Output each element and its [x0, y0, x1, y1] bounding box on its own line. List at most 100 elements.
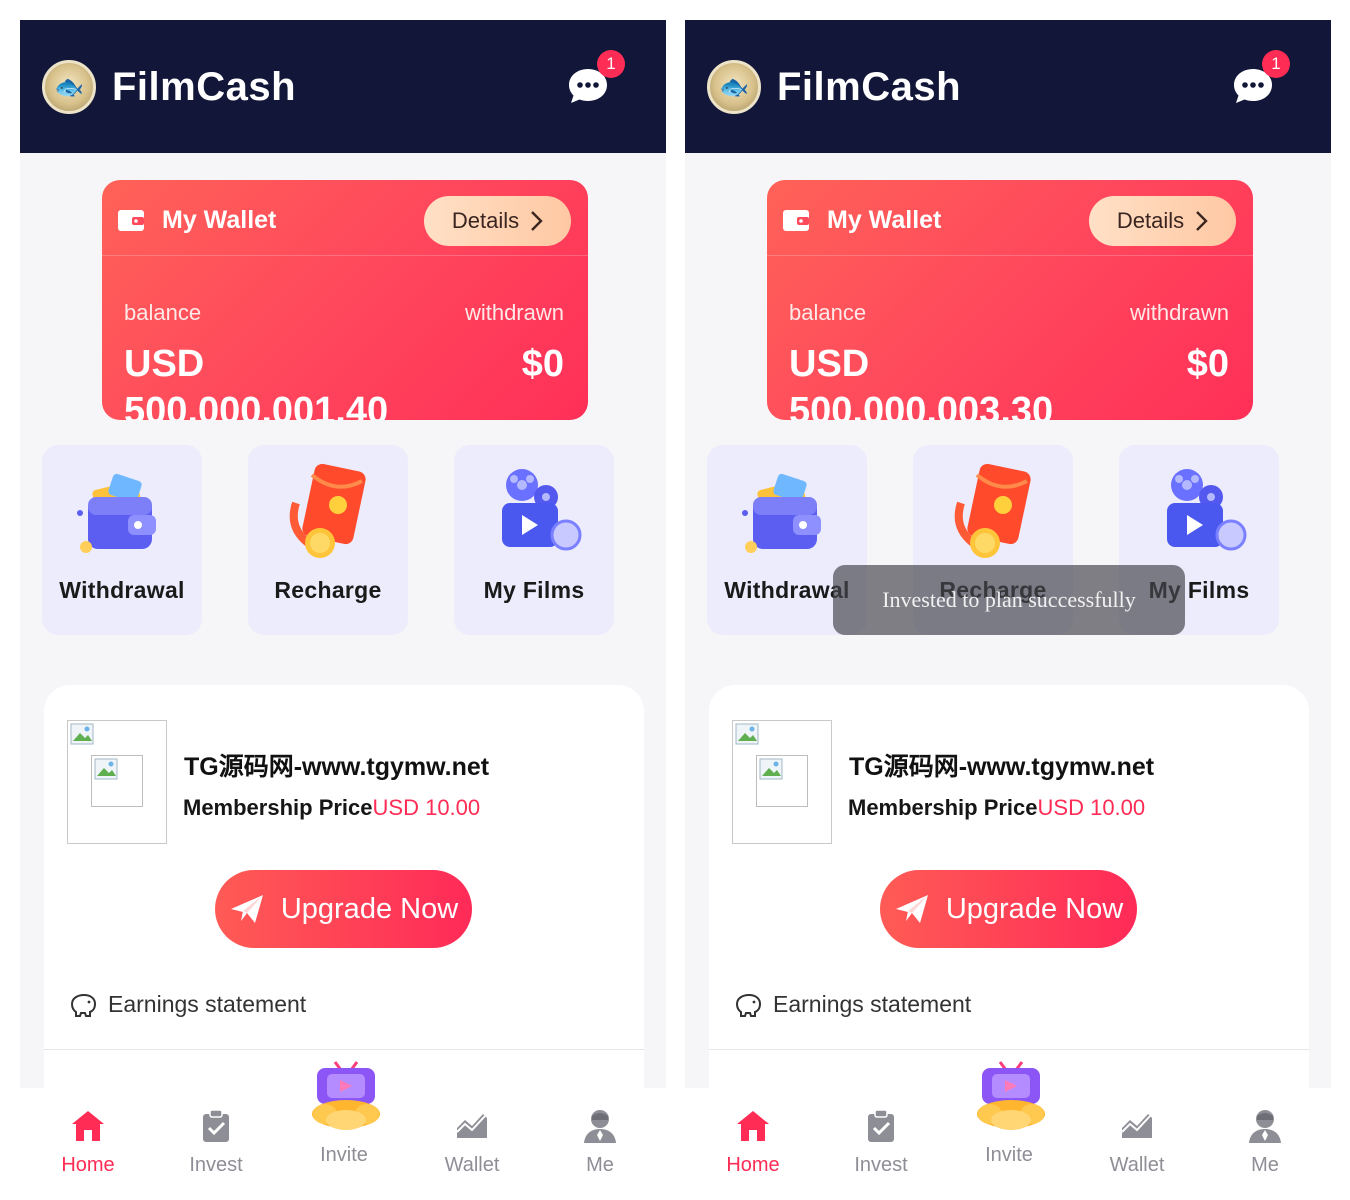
fish-coin-logo-icon: 🐟	[719, 73, 749, 101]
clipboard-check-icon	[868, 1109, 894, 1142]
divider	[44, 1049, 644, 1050]
phone-screen-before: 🐟 FilmCash 1 My Wallet Details balance w…	[20, 20, 666, 1188]
notification-badge: 1	[1262, 50, 1290, 78]
trend-chart-icon	[456, 1114, 487, 1138]
nav-home-label: Home	[726, 1154, 780, 1176]
app-title: FilmCash	[112, 65, 297, 109]
nav-me[interactable]: Me	[1210, 1088, 1320, 1188]
fish-coin-logo-icon: 🐟	[54, 73, 84, 101]
home-icon	[72, 1111, 104, 1141]
broken-image-icon	[735, 723, 759, 745]
product-image	[67, 720, 167, 844]
withdrawn-label: withdrawn	[1129, 300, 1229, 325]
app-logo: 🐟	[707, 60, 761, 114]
product-name: TG源码网-www.tgymw.net	[849, 753, 1155, 781]
membership-price-row: Membership PriceUSD 10.00	[183, 795, 480, 821]
recharge-label: Recharge	[274, 577, 382, 603]
wallet-card: My Wallet Details balance withdrawn USD …	[102, 180, 588, 420]
balance-value: 500,000,001.40	[124, 390, 389, 420]
broken-image-frame	[756, 755, 808, 807]
membership-price-row: Membership PriceUSD 10.00	[848, 795, 1145, 821]
nav-wallet-label: Wallet	[444, 1154, 500, 1176]
nav-invite[interactable]: Invite	[954, 1061, 1064, 1188]
clipboard-check-icon	[203, 1109, 229, 1142]
piggy-bank-icon	[735, 993, 762, 1017]
phone-screen-after: 🐟 FilmCash 1 My Wallet Details balance w…	[685, 20, 1331, 1188]
nav-wallet-label: Wallet	[1109, 1154, 1165, 1176]
balance-currency: USD	[789, 343, 870, 385]
upgrade-now-label: Upgrade Now	[280, 892, 459, 925]
nav-invest[interactable]: Invest	[161, 1088, 271, 1188]
paper-plane-icon	[230, 895, 263, 923]
withdrawal-tile[interactable]: Withdrawal	[42, 445, 202, 635]
wallet-card: My Wallet Details balance withdrawn USD …	[767, 180, 1253, 420]
broken-image-icon	[70, 723, 94, 745]
piggy-bank-icon	[70, 993, 97, 1017]
wallet-title: My Wallet	[827, 206, 942, 234]
red-envelope-art-icon	[289, 463, 366, 558]
product-image	[732, 720, 832, 844]
broken-image-icon	[759, 758, 783, 780]
my-films-label: My Films	[483, 577, 585, 603]
balance-value: 500,000,003.30	[789, 390, 1054, 420]
nav-me-label: Me	[1251, 1154, 1279, 1176]
paper-plane-icon	[895, 895, 928, 923]
wallet-title: My Wallet	[162, 206, 277, 234]
app-header: 🐟 FilmCash 1	[685, 20, 1331, 153]
nav-wallet[interactable]: Wallet	[1082, 1088, 1192, 1188]
membership-price-label: Membership Price	[183, 795, 373, 820]
upgrade-now-button[interactable]: Upgrade Now	[215, 870, 472, 948]
membership-price-value: USD 10.00	[1037, 795, 1146, 820]
nav-me[interactable]: Me	[545, 1088, 655, 1188]
nav-invest[interactable]: Invest	[826, 1088, 936, 1188]
balance-currency: USD	[124, 343, 205, 385]
earnings-statement-label: Earnings statement	[773, 991, 972, 1017]
upgrade-now-button[interactable]: Upgrade Now	[880, 870, 1137, 948]
details-button[interactable]: Details	[424, 196, 571, 246]
film-camera-art-icon	[1167, 469, 1247, 551]
wallet-art-icon	[77, 473, 156, 553]
toast-message: Invested to plan successfully	[833, 565, 1185, 635]
nav-home[interactable]: Home	[698, 1088, 808, 1188]
wallet-icon	[118, 210, 144, 231]
broken-image-frame	[91, 755, 143, 807]
wallet-card-header: My Wallet Details	[767, 180, 1253, 256]
nav-invest-label: Invest	[189, 1154, 243, 1176]
nav-home-label: Home	[61, 1154, 115, 1176]
upgrade-now-label: Upgrade Now	[945, 892, 1124, 925]
membership-price-value: USD 10.00	[372, 795, 481, 820]
details-button-label: Details	[1116, 208, 1185, 233]
trend-chart-icon	[1121, 1114, 1152, 1138]
recharge-tile[interactable]: Recharge	[248, 445, 408, 635]
gift-box-icon	[977, 1061, 1045, 1130]
nav-me-label: Me	[586, 1154, 614, 1176]
nav-wallet[interactable]: Wallet	[417, 1088, 527, 1188]
bottom-nav: Home Invest Invite Wallet Me	[685, 1061, 1331, 1188]
nav-home[interactable]: Home	[33, 1088, 143, 1188]
product-name: TG源码网-www.tgymw.net	[184, 753, 490, 781]
details-button-label: Details	[451, 208, 520, 233]
gift-box-icon	[312, 1061, 380, 1130]
wallet-icon	[783, 210, 809, 231]
nav-invite-label: Invite	[320, 1144, 368, 1166]
membership-price-label: Membership Price	[848, 795, 1038, 820]
film-camera-art-icon	[502, 469, 582, 551]
nav-invite[interactable]: Invite	[289, 1061, 399, 1188]
earnings-statement-link[interactable]: Earnings statement	[733, 991, 971, 1018]
balance-label: balance	[124, 300, 202, 325]
details-button[interactable]: Details	[1089, 196, 1236, 246]
my-films-tile[interactable]: My Films	[454, 445, 614, 635]
red-envelope-art-icon	[954, 463, 1031, 558]
earnings-statement-label: Earnings statement	[108, 991, 307, 1017]
bottom-nav: Home Invest Invite Wallet Me	[20, 1061, 666, 1188]
balance-label: balance	[789, 300, 867, 325]
divider	[709, 1049, 1309, 1050]
notification-badge: 1	[597, 50, 625, 78]
user-icon	[1249, 1110, 1281, 1143]
broken-image-icon	[94, 758, 118, 780]
home-icon	[737, 1111, 769, 1141]
earnings-statement-link[interactable]: Earnings statement	[68, 991, 306, 1018]
withdrawal-label: Withdrawal	[59, 577, 185, 603]
chevron-right-icon	[531, 211, 543, 231]
withdrawn-label: withdrawn	[464, 300, 564, 325]
